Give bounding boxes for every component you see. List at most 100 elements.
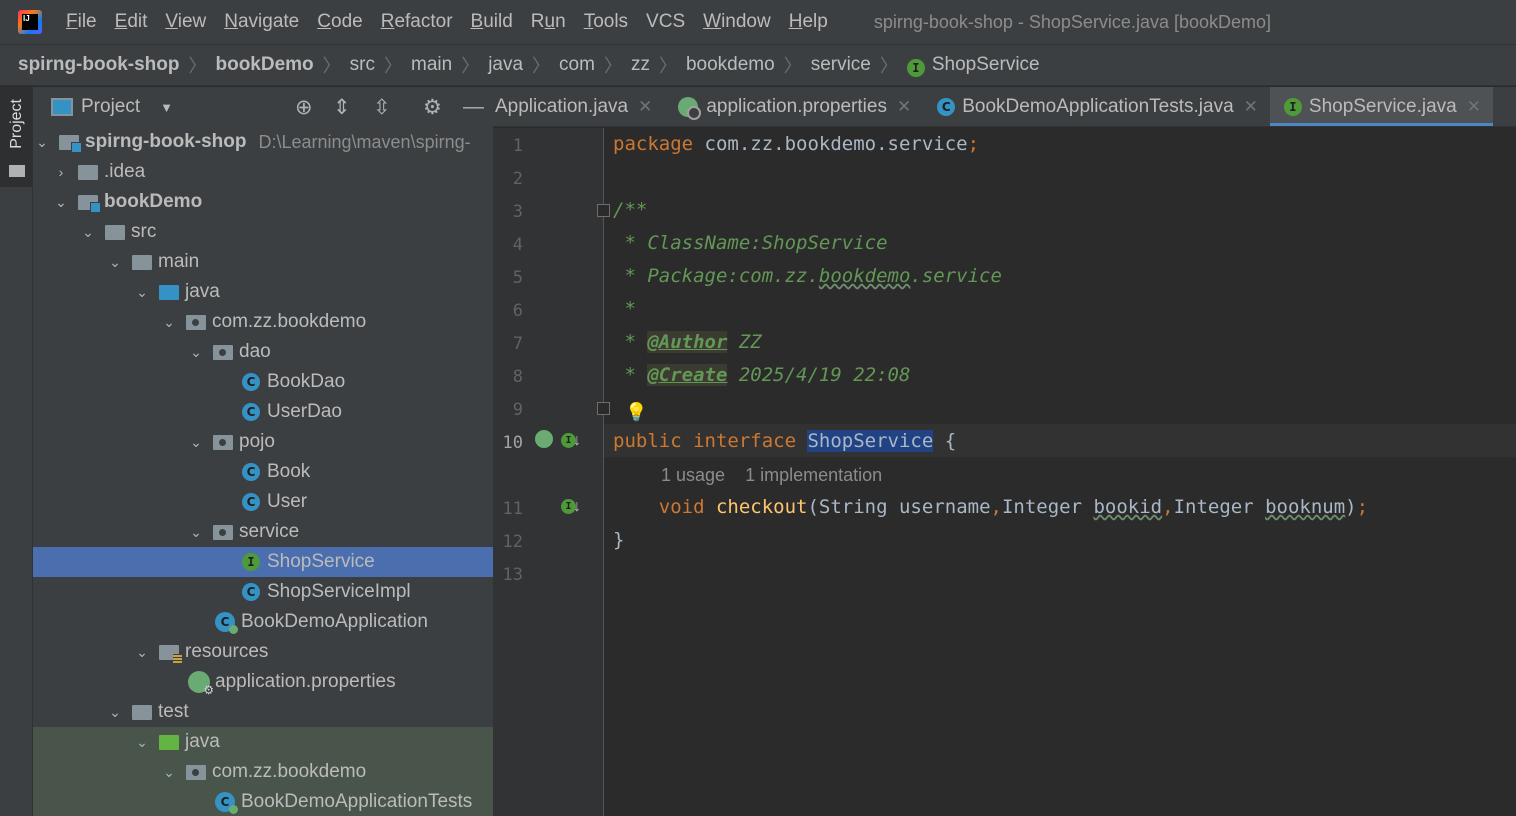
close-icon[interactable]: ✕ xyxy=(1467,97,1481,117)
breadcrumb-shopservice[interactable]: I ShopService xyxy=(906,54,1040,77)
tab-application-properties[interactable]: application.properties ✕ xyxy=(664,87,923,126)
menu-build[interactable]: Build xyxy=(471,11,513,33)
tree-row-bookdao[interactable]: C BookDao xyxy=(33,367,493,397)
source-folder-icon xyxy=(159,284,179,300)
breadcrumb-bookdemo[interactable]: bookdemo xyxy=(686,54,775,76)
expand-all-icon[interactable]: ⇕ xyxy=(333,95,351,120)
menu-tools[interactable]: Tools xyxy=(584,11,628,33)
locate-file-icon[interactable]: ⊕ xyxy=(295,95,313,120)
tree-row-java-test[interactable]: ⌄ java xyxy=(33,727,493,757)
chevron-down-icon[interactable]: ⌄ xyxy=(133,644,151,661)
menu-code[interactable]: Code xyxy=(317,11,362,33)
collapse-all-icon[interactable]: ⇳ xyxy=(373,95,391,120)
tree-row-shopserviceimpl[interactable]: C ShopServiceImpl xyxy=(33,577,493,607)
breadcrumb-java[interactable]: java xyxy=(488,54,523,76)
intellij-logo-icon[interactable]: IJ xyxy=(18,10,42,34)
usages-hint[interactable]: 1 usage xyxy=(661,465,725,485)
tree-row-book[interactable]: C Book xyxy=(33,457,493,487)
line-number: 1 xyxy=(512,136,523,156)
chevron-down-icon[interactable]: ⌄ xyxy=(160,314,178,331)
close-icon[interactable]: ✕ xyxy=(1244,97,1258,117)
gear-icon[interactable]: ⚙ xyxy=(423,95,442,120)
breadcrumb-separator: 〉 xyxy=(603,56,622,76)
chevron-down-icon[interactable]: ⌄ xyxy=(133,734,151,751)
tree-row-test[interactable]: ⌄ test xyxy=(33,697,493,727)
tab-shopservice-java[interactable]: I ShopService.java ✕ xyxy=(1269,87,1494,126)
breadcrumb-project[interactable]: spirng-book-shop xyxy=(18,54,179,76)
tree-row-bookdemo[interactable]: ⌄ bookDemo xyxy=(33,187,493,217)
fold-marker-icon[interactable] xyxy=(597,204,610,217)
arrow-down-icon[interactable]: ↓ xyxy=(573,432,581,450)
menu-run[interactable]: Run xyxy=(531,11,566,33)
editor-tab-bar: Application.java ✕ application.properties… xyxy=(493,87,1516,127)
breadcrumb-src[interactable]: src xyxy=(350,54,375,76)
spring-bean-icon[interactable] xyxy=(535,430,553,448)
code-line-3: /** xyxy=(613,199,648,221)
chevron-down-icon[interactable]: ⌄ xyxy=(33,134,51,151)
arrow-down-icon[interactable]: ↓ xyxy=(573,498,581,516)
menu-refactor[interactable]: Refactor xyxy=(381,11,453,33)
tree-row-service[interactable]: ⌄ service xyxy=(33,517,493,547)
implementations-hint[interactable]: 1 implementation xyxy=(745,465,882,485)
chevron-down-icon[interactable]: ⌄ xyxy=(106,704,124,721)
tree-row-test-package[interactable]: ⌄ com.zz.bookdemo xyxy=(33,757,493,787)
breadcrumb-com[interactable]: com xyxy=(559,54,595,76)
breadcrumb-main[interactable]: main xyxy=(411,54,452,76)
menu-vcs[interactable]: VCS xyxy=(646,11,685,33)
tree-row-package[interactable]: ⌄ com.zz.bookdemo xyxy=(33,307,493,337)
code-line-8: * @Create 2025/4/19 22:08 xyxy=(613,364,911,386)
tree-row-bookdemoapplicationtests[interactable]: C BookDemoApplicationTests xyxy=(33,787,493,816)
tree-row-project-root[interactable]: ⌄ spirng-book-shop D:\Learning\maven\spirn… xyxy=(33,127,493,157)
menu-view[interactable]: View xyxy=(165,11,206,33)
tree-row-application-properties[interactable]: application.properties xyxy=(33,667,493,697)
test-folder-icon xyxy=(159,734,179,750)
chevron-down-icon[interactable]: ⌄ xyxy=(187,434,205,451)
tree-row-src[interactable]: ⌄ src xyxy=(33,217,493,247)
code-vision-hints[interactable]: 1 usage 1 implementation xyxy=(661,465,882,486)
chevron-down-icon[interactable]: ⌄ xyxy=(52,194,70,211)
project-tool-tab[interactable]: Project xyxy=(0,87,33,187)
project-view-selector[interactable]: Project xyxy=(81,96,140,118)
project-panel-header: Project ▼ ⊕ ⇕ ⇳ ⚙ — xyxy=(33,87,493,127)
menu-window[interactable]: Window xyxy=(703,11,771,33)
close-icon[interactable]: ✕ xyxy=(897,97,911,117)
tree-row-user[interactable]: C User xyxy=(33,487,493,517)
chevron-right-icon[interactable]: › xyxy=(52,164,70,180)
tree-row-bookdemoapplication[interactable]: C BookDemoApplication xyxy=(33,607,493,637)
class-icon: C xyxy=(242,583,260,601)
menu-navigate[interactable]: Navigate xyxy=(224,11,299,33)
line-number: 6 xyxy=(512,301,523,321)
close-icon[interactable]: ✕ xyxy=(638,97,652,117)
tab-bookdemoapplicationtests[interactable]: C BookDemoApplicationTests.java ✕ xyxy=(923,87,1270,126)
breadcrumb-separator: 〉 xyxy=(384,56,402,76)
chevron-down-icon[interactable]: ⌄ xyxy=(187,524,205,541)
tree-row-shopservice[interactable]: I ShopService xyxy=(33,547,493,577)
code-editor[interactable]: 1 2 3 4 5 6 7 8 9 10 11 12 13 I ↓ I ↓ 💡 … xyxy=(493,128,1516,816)
tab-application-java[interactable]: Application.java ✕ xyxy=(493,87,664,126)
menu-edit[interactable]: Edit xyxy=(115,11,148,33)
tree-row-dao[interactable]: ⌄ dao xyxy=(33,337,493,367)
menu-help[interactable]: Help xyxy=(789,11,828,33)
chevron-down-icon[interactable]: ⌄ xyxy=(133,284,151,301)
chevron-down-icon[interactable]: ▼ xyxy=(160,100,173,115)
chevron-down-icon[interactable]: ⌄ xyxy=(160,764,178,781)
tree-row-resources[interactable]: ⌄ resources xyxy=(33,637,493,667)
menu-bar: IJ File Edit View Navigate Code Refactor… xyxy=(0,0,1516,44)
menu-file[interactable]: File xyxy=(66,11,97,33)
tree-row-userdao[interactable]: C UserDao xyxy=(33,397,493,427)
package-icon xyxy=(186,764,206,780)
hide-panel-icon[interactable]: — xyxy=(463,95,484,119)
tree-row-pojo[interactable]: ⌄ pojo xyxy=(33,427,493,457)
chevron-down-icon[interactable]: ⌄ xyxy=(79,224,97,241)
chevron-down-icon[interactable]: ⌄ xyxy=(187,344,205,361)
tree-row-main[interactable]: ⌄ main xyxy=(33,247,493,277)
lightbulb-icon[interactable]: 💡 xyxy=(625,402,647,423)
tree-row-java-main[interactable]: ⌄ java xyxy=(33,277,493,307)
tree-row-idea[interactable]: › .idea xyxy=(33,157,493,187)
breadcrumb-zz[interactable]: zz xyxy=(631,54,650,76)
editor-gutter[interactable]: 1 2 3 4 5 6 7 8 9 10 11 12 13 I ↓ I ↓ xyxy=(493,128,604,816)
fold-marker-icon[interactable] xyxy=(597,402,610,415)
breadcrumb-module[interactable]: bookDemo xyxy=(215,54,313,76)
breadcrumb-service[interactable]: service xyxy=(811,54,871,76)
chevron-down-icon[interactable]: ⌄ xyxy=(106,254,124,271)
